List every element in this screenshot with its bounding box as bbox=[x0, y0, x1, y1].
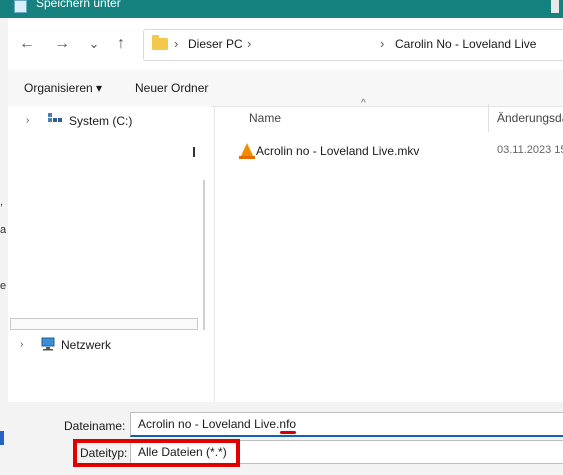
vertical-scrollbar[interactable] bbox=[203, 180, 205, 330]
sort-ascending-icon: ^ bbox=[361, 98, 366, 109]
new-folder-button[interactable]: Neuer Ordner bbox=[135, 81, 208, 95]
spellcheck-underline bbox=[280, 431, 296, 434]
background-text: , bbox=[0, 196, 4, 208]
breadcrumb-current-folder[interactable]: Carolin No - Loveland Live bbox=[395, 37, 536, 51]
background-text: e bbox=[0, 280, 7, 292]
expand-chevron-icon[interactable]: › bbox=[26, 115, 29, 126]
vlc-file-icon bbox=[239, 143, 255, 159]
background-text: a bbox=[0, 224, 7, 236]
filename-label: Dateiname: bbox=[64, 419, 126, 433]
chevron-right-icon: › bbox=[174, 36, 179, 51]
drive-icon bbox=[48, 113, 62, 125]
title-bar: Speichern unter bbox=[0, 0, 563, 18]
chevron-right-icon[interactable]: › bbox=[380, 36, 384, 51]
column-divider[interactable] bbox=[488, 104, 489, 132]
horizontal-scrollbar[interactable] bbox=[10, 318, 198, 330]
sidebar-item-network[interactable]: Netzwerk bbox=[61, 338, 111, 352]
filename-input[interactable]: Acrolin no - Loveland Live.nfo bbox=[130, 412, 563, 437]
background-edge bbox=[0, 431, 4, 445]
network-icon bbox=[40, 337, 56, 351]
chevron-right-icon[interactable]: › bbox=[247, 36, 251, 51]
pane-divider[interactable] bbox=[214, 106, 215, 402]
scroll-mark bbox=[193, 147, 195, 157]
breadcrumb-this-pc[interactable]: Dieser PC bbox=[188, 37, 243, 51]
organize-button[interactable]: Organisieren ▾ bbox=[24, 81, 102, 95]
save-dialog-icon bbox=[14, 0, 27, 13]
up-arrow-icon[interactable]: ↑ bbox=[111, 34, 131, 54]
address-bar[interactable]: › Dieser PC › › Carolin No - Loveland Li… bbox=[143, 29, 563, 61]
column-header-modified[interactable]: Änderungsda bbox=[497, 111, 563, 139]
expand-chevron-icon[interactable]: › bbox=[20, 339, 23, 350]
column-header-name[interactable]: Name bbox=[249, 111, 281, 139]
recent-locations-chevron-icon[interactable]: ⌄ bbox=[84, 34, 104, 54]
command-bar: Organisieren ▾ Neuer Ordner bbox=[8, 70, 563, 107]
sidebar-item-system-c[interactable]: System (C:) bbox=[69, 114, 132, 128]
close-button[interactable] bbox=[551, 0, 559, 13]
back-arrow-icon[interactable]: ← bbox=[17, 34, 37, 54]
forward-arrow-icon[interactable]: → bbox=[52, 34, 72, 54]
file-name[interactable]: Acrolin no - Loveland Live.mkv bbox=[256, 144, 419, 158]
file-modified-date: 03.11.2023 15 bbox=[497, 144, 563, 156]
folder-icon bbox=[152, 35, 168, 50]
highlight-annotation-box bbox=[73, 439, 240, 467]
filename-value[interactable]: Acrolin no - Loveland Live.nfo bbox=[138, 417, 296, 431]
navigation-pane bbox=[8, 106, 211, 402]
window-title: Speichern unter bbox=[36, 0, 121, 10]
